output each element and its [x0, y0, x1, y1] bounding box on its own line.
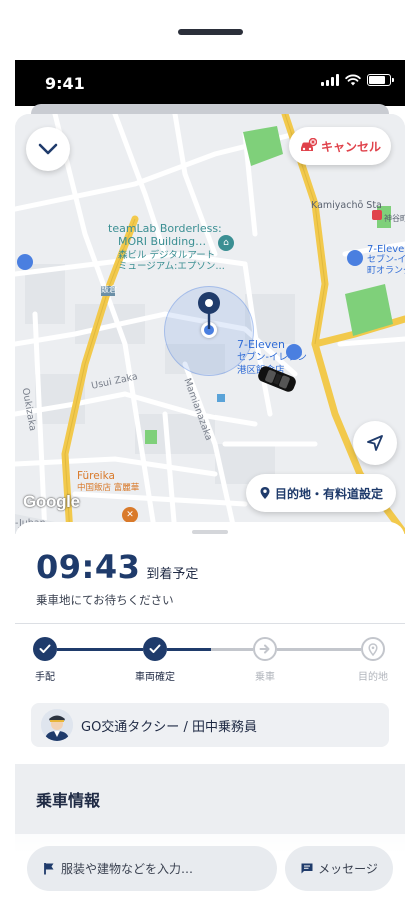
- flag-icon: [44, 863, 54, 875]
- map-label-teamlab-jp: 森ビル デジタルアート ミュージアム:エプソン…: [118, 250, 225, 272]
- driver-card[interactable]: GO交通タクシー / 田中乗務員: [31, 703, 389, 747]
- phone-screen: 9:41 キャンセル teamLab Borderless: MORI Buil…: [15, 60, 405, 900]
- taxi-car-icon: [258, 366, 296, 392]
- progress-line-3: [277, 648, 361, 651]
- message-button[interactable]: メッセージ: [285, 846, 393, 891]
- status-icons: [321, 74, 394, 86]
- progress-line-1: [57, 648, 143, 651]
- map-label-seven-right: 7-Eleven セブン-イレ 町オランダ: [367, 244, 405, 276]
- trip-progress: 手配 車両確定 乗車 目的地: [15, 637, 405, 687]
- metro-station-icon: [372, 210, 382, 220]
- appearance-input-placeholder: 服装や建物などを入力…: [61, 862, 194, 876]
- map-label-teamlab: teamLab Borderless: MORI Building…: [108, 222, 222, 248]
- driver-avatar: [41, 709, 73, 741]
- progress-line-2b: [211, 648, 253, 651]
- message-label: メッセージ: [318, 862, 378, 876]
- wait-message: 乗車地にてお待ちください: [36, 593, 174, 607]
- step-label-destination: 目的地: [358, 672, 388, 683]
- appearance-input[interactable]: 服装や建物などを入力…: [27, 846, 277, 891]
- restaurant-pin-icon: ✕: [122, 507, 138, 523]
- divider: [15, 623, 405, 624]
- location-pin-icon: [260, 487, 270, 499]
- step-boarding-icon: [253, 637, 277, 661]
- device-top-handle: [178, 29, 243, 35]
- step-label-boarding: 乗車: [255, 672, 275, 683]
- cellular-signal-icon: [321, 74, 339, 86]
- pickup-pin-icon: [198, 292, 220, 329]
- map-label-iigura: 飯倉: [101, 285, 117, 294]
- driver-name: GO交通タクシー / 田中乗務員: [81, 719, 257, 735]
- cancel-label: キャンセル: [320, 139, 381, 154]
- sheet-grabber[interactable]: [192, 530, 228, 534]
- eta-time: 09:43: [36, 548, 141, 586]
- store-pin-center-icon: [286, 344, 302, 360]
- navigation-arrow-icon: [367, 435, 383, 451]
- wifi-icon: [345, 74, 361, 86]
- google-logo: Google: [23, 492, 80, 511]
- museum-pin-icon: ⌂: [218, 235, 234, 251]
- step-label-vehicle-confirmed: 車両確定: [135, 672, 175, 683]
- step-vehicle-confirmed-icon: [143, 637, 167, 661]
- progress-line-2a: [167, 648, 211, 651]
- destination-label: 目的地・有料道設定: [274, 486, 383, 501]
- map-label-kamiyacho-jp: 神谷町: [384, 214, 405, 223]
- collapse-map-button[interactable]: [26, 127, 70, 171]
- eta-label: 到着予定: [146, 567, 199, 582]
- map-view[interactable]: キャンセル teamLab Borderless: MORI Building… …: [15, 114, 405, 534]
- store-pin-left-icon: [17, 254, 33, 270]
- chevron-down-icon: [38, 143, 58, 155]
- chat-bubble-icon: [301, 863, 313, 874]
- recenter-location-button[interactable]: [353, 421, 397, 465]
- bottom-action-bar: 服装や建物などを入力… メッセージ: [15, 834, 405, 900]
- map-label-fureika: Füreika 中国飯店 富麗華: [77, 470, 140, 493]
- step-label-dispatch: 手配: [35, 672, 55, 683]
- trip-status-panel: 09:43 到着予定 乗車地にてお待ちください 手配 車両確定 乗車 目的地 G…: [15, 522, 405, 900]
- map-label-kamiyacho: Kamiyachō Sta: [311, 200, 382, 211]
- battery-icon: [367, 74, 394, 86]
- cancel-car-icon: [300, 138, 317, 151]
- status-bar: 9:41: [15, 60, 405, 106]
- eta-block: 09:43 到着予定: [36, 548, 198, 586]
- store-pin-icon: [347, 250, 363, 266]
- ride-info-title: 乗車情報: [36, 791, 101, 810]
- destination-toll-settings-button[interactable]: 目的地・有料道設定: [246, 474, 396, 512]
- cancel-button[interactable]: キャンセル: [289, 127, 391, 165]
- step-dispatch-icon: [33, 637, 57, 661]
- step-destination-icon: [361, 637, 385, 661]
- status-time: 9:41: [45, 74, 85, 93]
